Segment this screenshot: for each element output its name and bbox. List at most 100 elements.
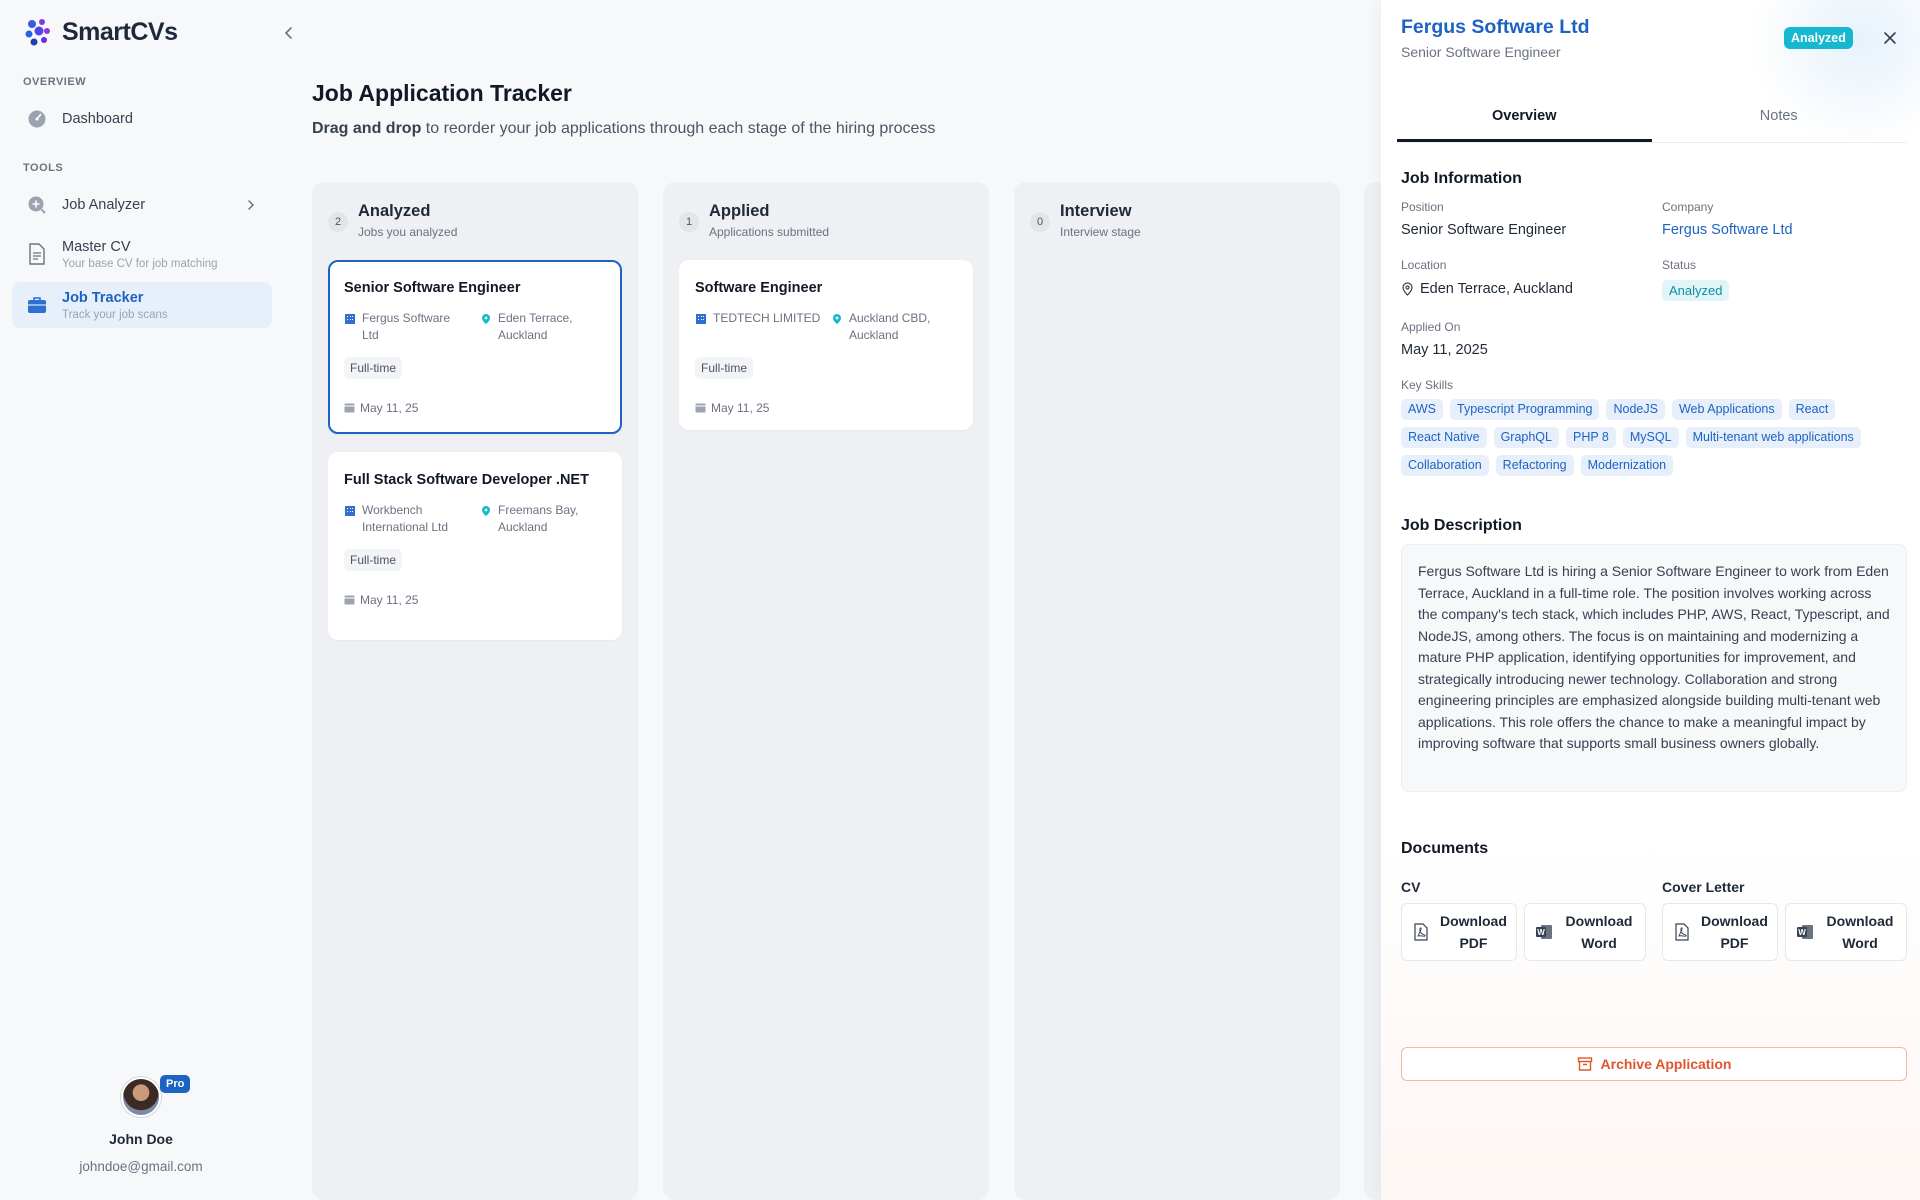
briefcase-icon <box>26 294 48 316</box>
skill-tag: Refactoring <box>1495 455 1574 476</box>
job-detail-panel: Fergus Software Ltd Senior Software Engi… <box>1381 0 1920 1200</box>
location-label: Location <box>1401 258 1447 272</box>
column-header: 1 Applied Applications submitted <box>679 202 829 239</box>
card-meta: Fergus Software Ltd Eden Terrace, Auckla… <box>344 310 606 345</box>
panel-tabs: Overview Notes <box>1397 100 1906 143</box>
skill-tag: React Native <box>1401 427 1487 448</box>
sidebar-item-job-analyzer[interactable]: Job Analyzer <box>12 190 272 220</box>
column-subtitle: Applications submitted <box>709 225 830 239</box>
archive-application-button[interactable]: Archive Application <box>1401 1047 1907 1081</box>
collapse-sidebar-button[interactable] <box>280 24 298 42</box>
pro-badge: Pro <box>160 1075 191 1093</box>
skill-tag: Modernization <box>1580 455 1674 476</box>
skill-tag: NodeJS <box>1606 399 1665 420</box>
calendar-icon <box>344 403 355 413</box>
column-count: 2 <box>328 212 348 232</box>
column-applied: 1 Applied Applications submitted Softwar… <box>663 182 989 1200</box>
applied-on-label: Applied On <box>1401 320 1461 334</box>
status-label: Status <box>1662 258 1697 272</box>
cover-letter-download-word-button[interactable]: W Download Word <box>1785 903 1907 961</box>
cv-download-word-button[interactable]: W Download Word <box>1524 903 1646 961</box>
svg-text:W: W <box>1537 928 1545 937</box>
company-link[interactable]: Fergus Software Ltd <box>1662 222 1793 238</box>
calendar-icon <box>695 403 706 413</box>
applied-on-value: May 11, 2025 <box>1401 342 1488 358</box>
location-value: Eden Terrace, Auckland <box>1401 281 1573 297</box>
column-analyzed: 2 Analyzed Jobs you analyzed Senior Soft… <box>312 182 638 1200</box>
card-title: Senior Software Engineer <box>344 280 521 296</box>
skill-tag: React <box>1788 399 1836 420</box>
panel-position-subtitle: Senior Software Engineer <box>1401 44 1561 60</box>
job-card[interactable]: Full Stack Software Developer .NET Workb… <box>328 452 622 640</box>
card-meta: TEDTECH LIMITED Auckland CBD, Auckland <box>695 310 957 345</box>
word-icon: W <box>1536 925 1552 939</box>
chevron-left-icon <box>284 27 292 39</box>
column-title: Applied <box>709 202 770 220</box>
skill-tag: GraphQL <box>1493 427 1559 448</box>
map-pin-icon <box>482 505 490 516</box>
panel-status-badge: Analyzed <box>1784 27 1853 49</box>
job-type-tag: Full-time <box>695 356 754 379</box>
user-email: johndoe@gmail.com <box>79 1159 203 1174</box>
status-value-badge: Analyzed <box>1662 280 1730 301</box>
brand-name: SmartCVs <box>62 17 178 46</box>
column-header: 2 Analyzed Jobs you analyzed <box>328 202 457 239</box>
documents-heading: Documents <box>1401 840 1489 857</box>
skill-tag: MySQL <box>1622 427 1679 448</box>
close-panel-button[interactable] <box>1880 28 1900 48</box>
skill-tag: Multi-tenant web applications <box>1685 427 1861 448</box>
card-company: Workbench International Ltd <box>344 502 470 537</box>
job-description-text: Fergus Software Ltd is hiring a Senior S… <box>1401 544 1907 792</box>
column-title: Interview <box>1060 202 1132 220</box>
svg-text:W: W <box>1798 928 1806 937</box>
section-label-overview: OVERVIEW <box>23 76 87 88</box>
job-card[interactable]: Senior Software Engineer Fergus Software… <box>328 260 622 434</box>
column-count: 1 <box>679 212 699 232</box>
card-date: May 11, 25 <box>344 593 606 607</box>
user-name: John Doe <box>109 1131 173 1147</box>
brand-logo[interactable]: SmartCVs <box>22 16 178 48</box>
chevron-right-icon <box>248 200 255 210</box>
cover-letter-download-pdf-button[interactable]: Download PDF <box>1662 903 1778 961</box>
building-icon <box>696 313 706 324</box>
section-label-tools: TOOLS <box>23 162 64 174</box>
archive-icon <box>1577 1057 1592 1071</box>
panel-company-title: Fergus Software Ltd <box>1401 16 1590 38</box>
card-meta: Workbench International Ltd Freemans Bay… <box>344 502 606 537</box>
user-profile[interactable]: Pro John Doe johndoe@gmail.com <box>0 1075 282 1174</box>
cv-download-pdf-button[interactable]: Download PDF <box>1401 903 1517 961</box>
position-value: Senior Software Engineer <box>1401 222 1567 238</box>
card-location: Auckland CBD, Auckland <box>831 310 957 345</box>
company-label: Company <box>1662 200 1714 214</box>
cover-letter-label: Cover Letter <box>1662 879 1745 895</box>
building-icon <box>345 313 355 324</box>
analyzer-icon <box>26 194 48 216</box>
skill-tag: AWS <box>1401 399 1444 420</box>
skill-tag: Typescript Programming <box>1450 399 1600 420</box>
card-date: May 11, 25 <box>344 401 606 415</box>
key-skills-label: Key Skills <box>1401 378 1454 392</box>
sidebar-item-dashboard[interactable]: Dashboard <box>12 104 272 134</box>
skill-tag: Web Applications <box>1671 399 1782 420</box>
sidebar-item-job-tracker[interactable]: Job Tracker Track your job scans <box>12 282 272 328</box>
card-title: Software Engineer <box>695 280 823 296</box>
map-pin-icon <box>482 313 490 324</box>
word-icon: W <box>1797 925 1813 939</box>
job-card[interactable]: Software Engineer TEDTECH LIMITED Auckla… <box>679 260 973 430</box>
avatar <box>121 1077 161 1117</box>
tab-overview[interactable]: Overview <box>1397 100 1652 142</box>
job-type-tag: Full-time <box>344 356 403 379</box>
cv-label: CV <box>1401 879 1421 895</box>
card-date: May 11, 25 <box>695 401 957 415</box>
column-subtitle: Jobs you analyzed <box>358 225 458 239</box>
document-icon <box>26 243 48 265</box>
card-company: TEDTECH LIMITED <box>695 310 821 345</box>
sidebar-item-master-cv[interactable]: Master CV Your base CV for job matching <box>12 232 272 276</box>
column-count: 0 <box>1030 212 1050 232</box>
column-title: Analyzed <box>358 202 431 220</box>
page-subtitle: Drag and drop to reorder your job applic… <box>312 120 936 137</box>
sidebar-item-label: Dashboard <box>62 111 133 127</box>
tab-notes[interactable]: Notes <box>1652 100 1907 142</box>
column-header: 0 Interview Interview stage <box>1030 202 1141 239</box>
close-icon <box>1884 32 1896 44</box>
